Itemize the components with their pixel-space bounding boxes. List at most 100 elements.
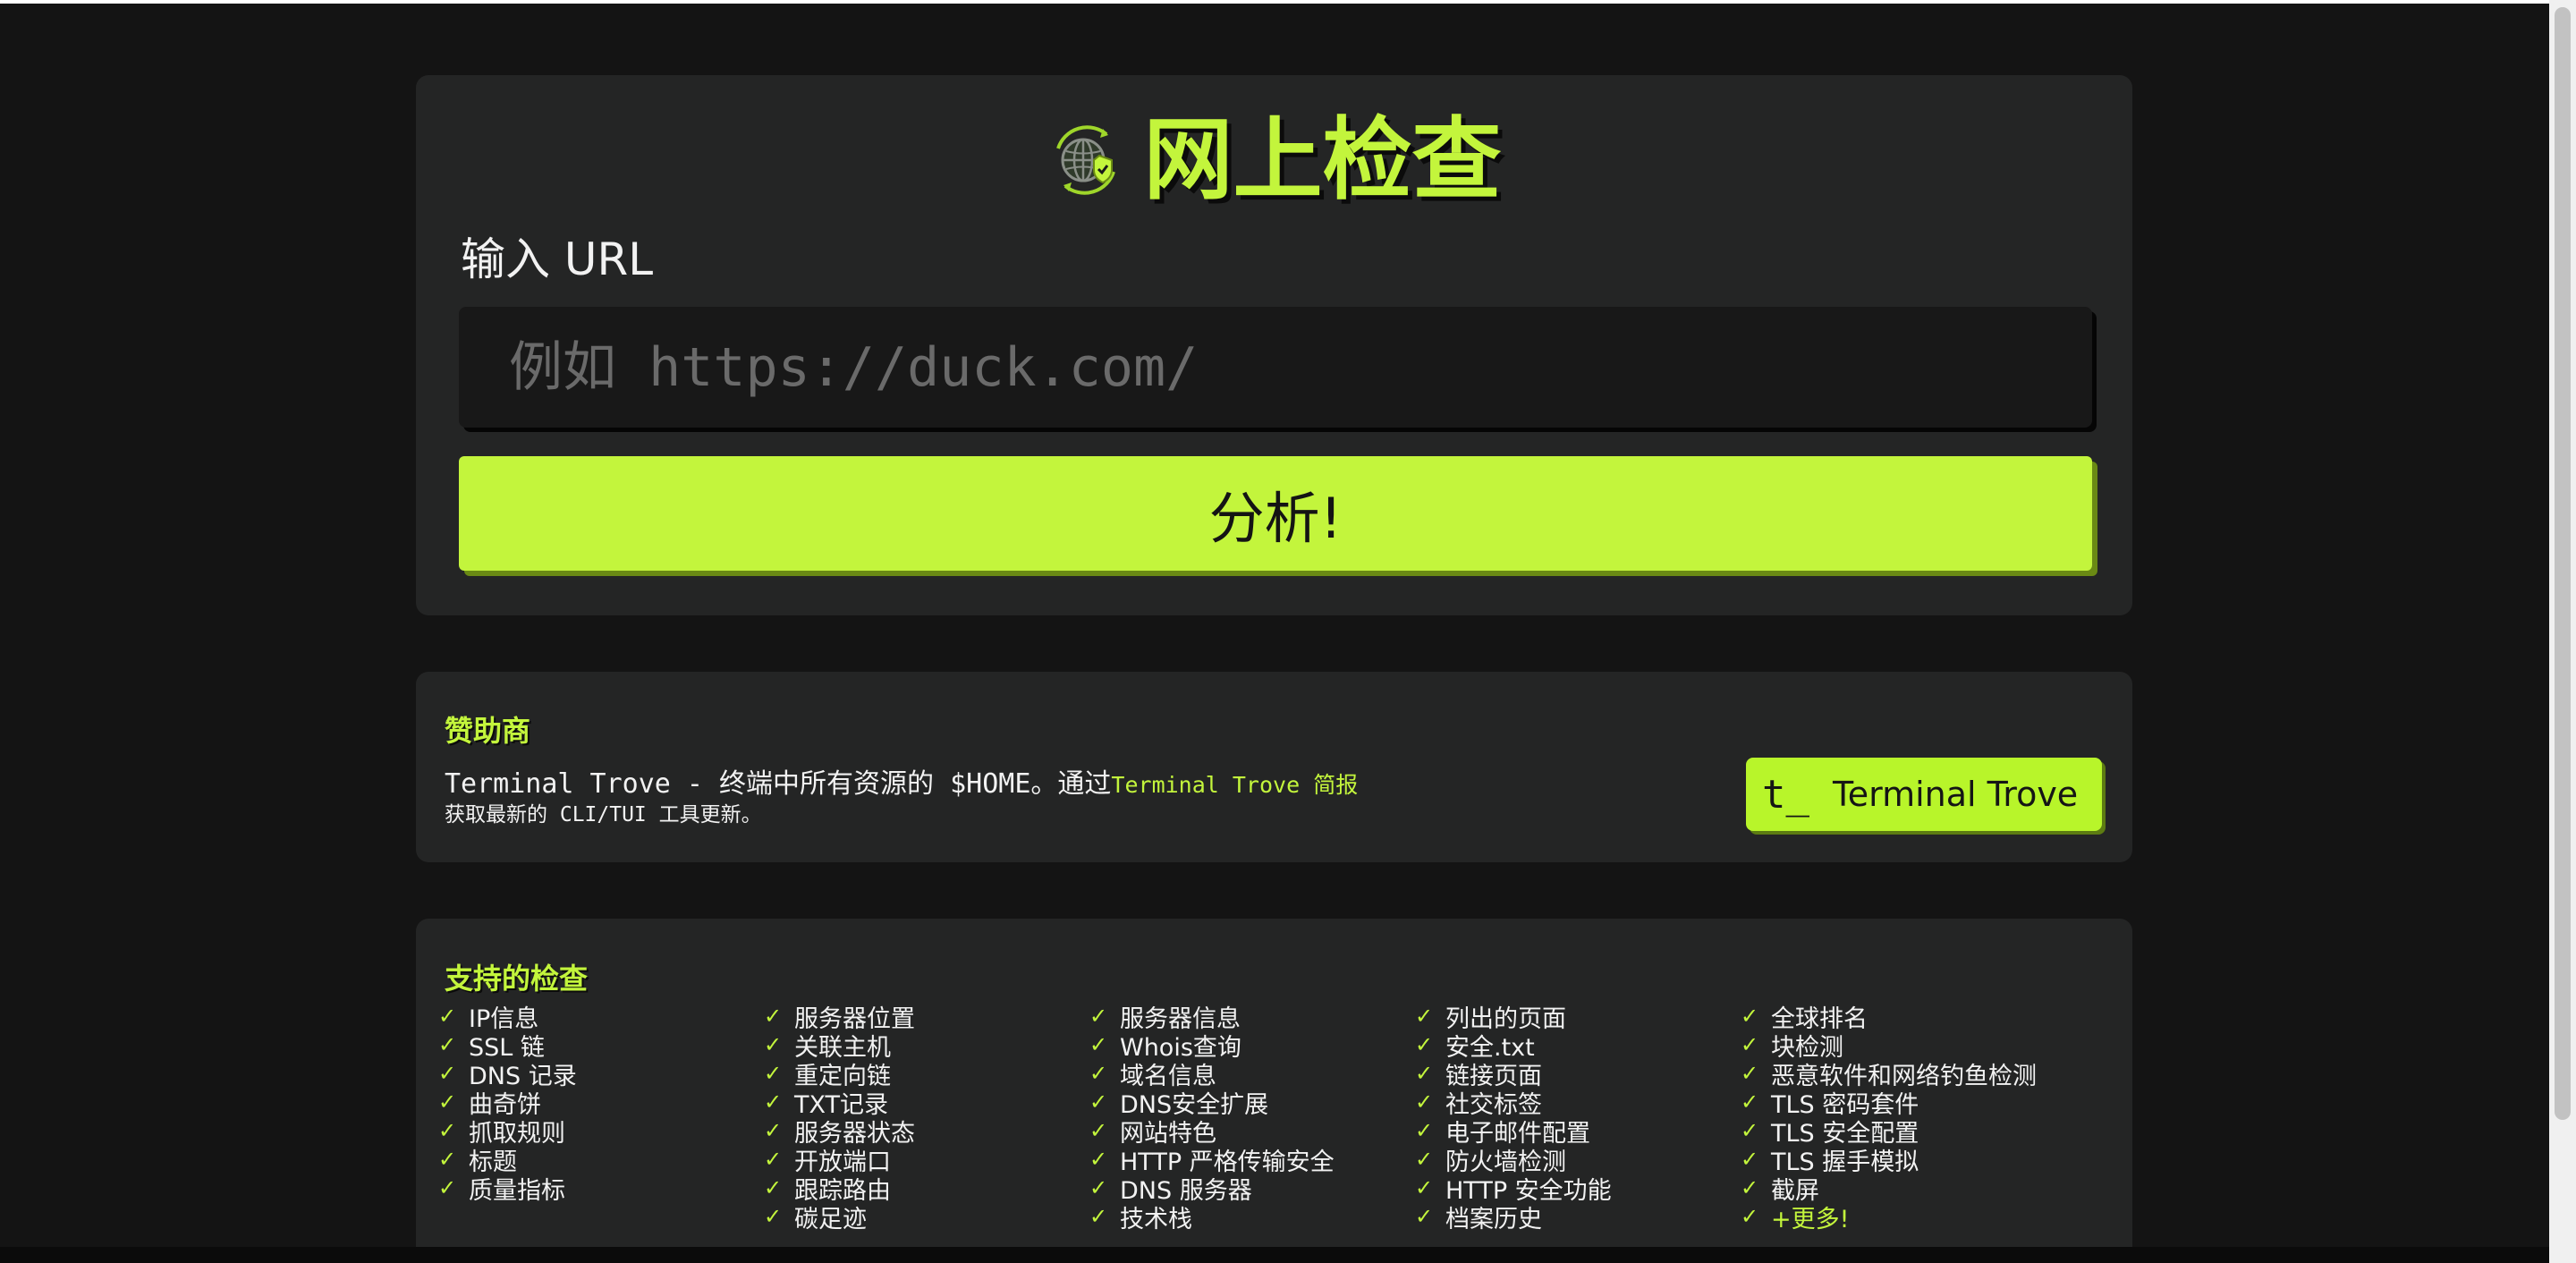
check-item: ✓ 防火墙检测 <box>1415 1145 1741 1176</box>
check-item: ✓ 关联主机 <box>764 1030 1089 1062</box>
check-item: ✓ 曲奇饼 <box>438 1088 764 1119</box>
checks-column: ✓ 服务器位置 ✓ 关联主机 ✓ 重定向链 ✓ TXT记录 ✓ 服务器状态 ✓ 开放端口 ✓ 跟踪路由 ✓ 碳… <box>764 1002 1089 1233</box>
check-item: ✓ 社交标签 <box>1415 1088 1741 1119</box>
check-icon: ✓ <box>1415 1089 1434 1115</box>
check-icon: ✓ <box>1089 1175 1108 1200</box>
checks-column: ✓ 全球排名 ✓ 块检测 ✓ 恶意软件和网络钓鱼检测 ✓ TLS 密码套件 ✓ TLS 安全配置 ✓… <box>1741 1002 2066 1233</box>
check-icon: ✓ <box>1741 1204 1759 1229</box>
sponsor-heading: 赞助商 <box>445 714 531 748</box>
check-icon: ✓ <box>1415 1061 1434 1086</box>
check-icon: ✓ <box>1741 1118 1759 1143</box>
check-item: ✓ DNS 记录 <box>438 1059 764 1090</box>
check-item: ✓ SSL 链 <box>438 1030 764 1062</box>
terminal-trove-button-label: Terminal Trove <box>1832 775 2079 814</box>
title-row: 网上检查 <box>416 111 2132 209</box>
check-icon: ✓ <box>1089 1032 1108 1057</box>
check-item: ✓ TXT记录 <box>764 1088 1089 1119</box>
check-icon: ✓ <box>1741 1061 1759 1086</box>
terminal-trove-button[interactable]: t_ Terminal Trove <box>1746 758 2102 831</box>
check-item: ✓ 服务器信息 <box>1089 1002 1415 1033</box>
check-icon: ✓ <box>764 1061 783 1086</box>
check-icon: ✓ <box>1741 1175 1759 1200</box>
check-icon: ✓ <box>1089 1204 1108 1229</box>
check-icon: ✓ <box>1415 1032 1434 1057</box>
check-icon: ✓ <box>1741 1032 1759 1057</box>
check-label: +更多! <box>1771 1205 1850 1233</box>
check-icon: ✓ <box>438 1004 457 1029</box>
newsletter-link[interactable]: Terminal Trove 简报 <box>1111 772 1358 798</box>
check-item: ✓ 安全.txt <box>1415 1030 1741 1062</box>
check-icon: ✓ <box>1089 1118 1108 1143</box>
check-icon: ✓ <box>1089 1147 1108 1172</box>
check-item: ✓ HTTP 安全功能 <box>1415 1174 1741 1205</box>
checks-column: ✓ 服务器信息 ✓ Whois查询 ✓ 域名信息 ✓ DNS安全扩展 ✓ 网站特色 ✓ HTTP 严格… <box>1089 1002 1415 1233</box>
supported-checks-card: 支持的检查 ✓ IP信息 ✓ SSL 链 ✓ DNS 记录 ✓ 曲奇饼 ✓ 抓取规则 ✓ 标题 ✓ 质量指… <box>416 919 2132 1263</box>
check-icon: ✓ <box>438 1175 457 1200</box>
sponsor-description: Terminal Trove - 终端中所有资源的 $HOME。通过Termin… <box>445 761 1358 801</box>
checks-column: ✓ 列出的页面 ✓ 安全.txt ✓ 链接页面 ✓ 社交标签 ✓ 电子邮件配置 ✓ 防火墙检测 ✓ HTT… <box>1415 1002 1741 1233</box>
globe-shield-icon <box>1047 122 1124 199</box>
check-item: ✓ 域名信息 <box>1089 1059 1415 1090</box>
check-item: ✓ 技术栈 <box>1089 1202 1415 1233</box>
check-icon: ✓ <box>438 1118 457 1143</box>
url-input[interactable] <box>459 307 2092 428</box>
check-label: 质量指标 <box>469 1176 565 1205</box>
site-title: 网上检查 <box>1143 107 1502 212</box>
check-item: ✓ DNS 服务器 <box>1089 1174 1415 1205</box>
top-border <box>0 0 2576 4</box>
check-icon: ✓ <box>1415 1147 1434 1172</box>
check-item: ✓ Whois查询 <box>1089 1030 1415 1062</box>
check-icon: ✓ <box>764 1004 783 1029</box>
check-item: ✓ 截屏 <box>1741 1174 2066 1205</box>
check-icon: ✓ <box>764 1032 783 1057</box>
check-item: ✓ 重定向链 <box>764 1059 1089 1090</box>
check-icon: ✓ <box>1741 1089 1759 1115</box>
check-icon: ✓ <box>764 1204 783 1229</box>
check-icon: ✓ <box>438 1147 457 1172</box>
url-label: 输入 URL <box>461 233 654 285</box>
check-icon: ✓ <box>1415 1118 1434 1143</box>
terminal-trove-logo-icon: t_ <box>1762 771 1809 818</box>
check-icon: ✓ <box>764 1089 783 1115</box>
check-item: ✓ IP信息 <box>438 1002 764 1033</box>
scrollbar-thumb[interactable] <box>2555 7 2571 1120</box>
check-icon: ✓ <box>1415 1175 1434 1200</box>
check-item: ✓ 电子邮件配置 <box>1415 1116 1741 1148</box>
check-item: ✓ 块检测 <box>1741 1030 2066 1062</box>
check-item: ✓ 链接页面 <box>1415 1059 1741 1090</box>
bottom-bar <box>0 1247 2549 1263</box>
check-item: ✓ HTTP 严格传输安全 <box>1089 1145 1415 1176</box>
check-icon: ✓ <box>1089 1089 1108 1115</box>
check-item: ✓ 碳足迹 <box>764 1202 1089 1233</box>
check-icon: ✓ <box>438 1032 457 1057</box>
check-item: ✓ 标题 <box>438 1145 764 1176</box>
check-icon: ✓ <box>438 1061 457 1086</box>
check-icon: ✓ <box>764 1118 783 1143</box>
check-item: ✓ 服务器状态 <box>764 1116 1089 1148</box>
check-item: ✓ 列出的页面 <box>1415 1002 1741 1033</box>
check-item: ✓ TLS 安全配置 <box>1741 1116 2066 1148</box>
check-icon: ✓ <box>1741 1147 1759 1172</box>
analyze-button[interactable]: 分析! <box>459 456 2092 571</box>
check-icon: ✓ <box>1741 1004 1759 1029</box>
check-icon: ✓ <box>1089 1061 1108 1086</box>
check-item: ✓ TLS 握手模拟 <box>1741 1145 2066 1176</box>
checks-column: ✓ IP信息 ✓ SSL 链 ✓ DNS 记录 ✓ 曲奇饼 ✓ 抓取规则 ✓ 标题 ✓ 质量指标 <box>438 1002 764 1231</box>
check-icon: ✓ <box>764 1175 783 1200</box>
check-item: ✓ 抓取规则 <box>438 1116 764 1148</box>
check-icon: ✓ <box>1415 1004 1434 1029</box>
checks-heading: 支持的检查 <box>445 962 589 996</box>
check-label: 碳足迹 <box>794 1205 867 1233</box>
check-item: ✓ 全球排名 <box>1741 1002 2066 1033</box>
checks-grid: ✓ IP信息 ✓ SSL 链 ✓ DNS 记录 ✓ 曲奇饼 ✓ 抓取规则 ✓ 标题 ✓ 质量指标 ✓ 服务器位… <box>438 1002 2066 1233</box>
check-item: ✓ 跟踪路由 <box>764 1174 1089 1205</box>
scrollbar[interactable] <box>2549 0 2576 1263</box>
check-label: 技术栈 <box>1120 1205 1192 1233</box>
check-item: ✓ 网站特色 <box>1089 1116 1415 1148</box>
check-item: ✓ 开放端口 <box>764 1145 1089 1176</box>
check-item: ✓ 档案历史 <box>1415 1202 1741 1233</box>
check-item: ✓ 恶意软件和网络钓鱼检测 <box>1741 1059 2066 1090</box>
check-item: ✓ TLS 密码套件 <box>1741 1088 2066 1119</box>
check-item: ✓ 服务器位置 <box>764 1002 1089 1033</box>
check-label: 档案历史 <box>1445 1205 1542 1233</box>
